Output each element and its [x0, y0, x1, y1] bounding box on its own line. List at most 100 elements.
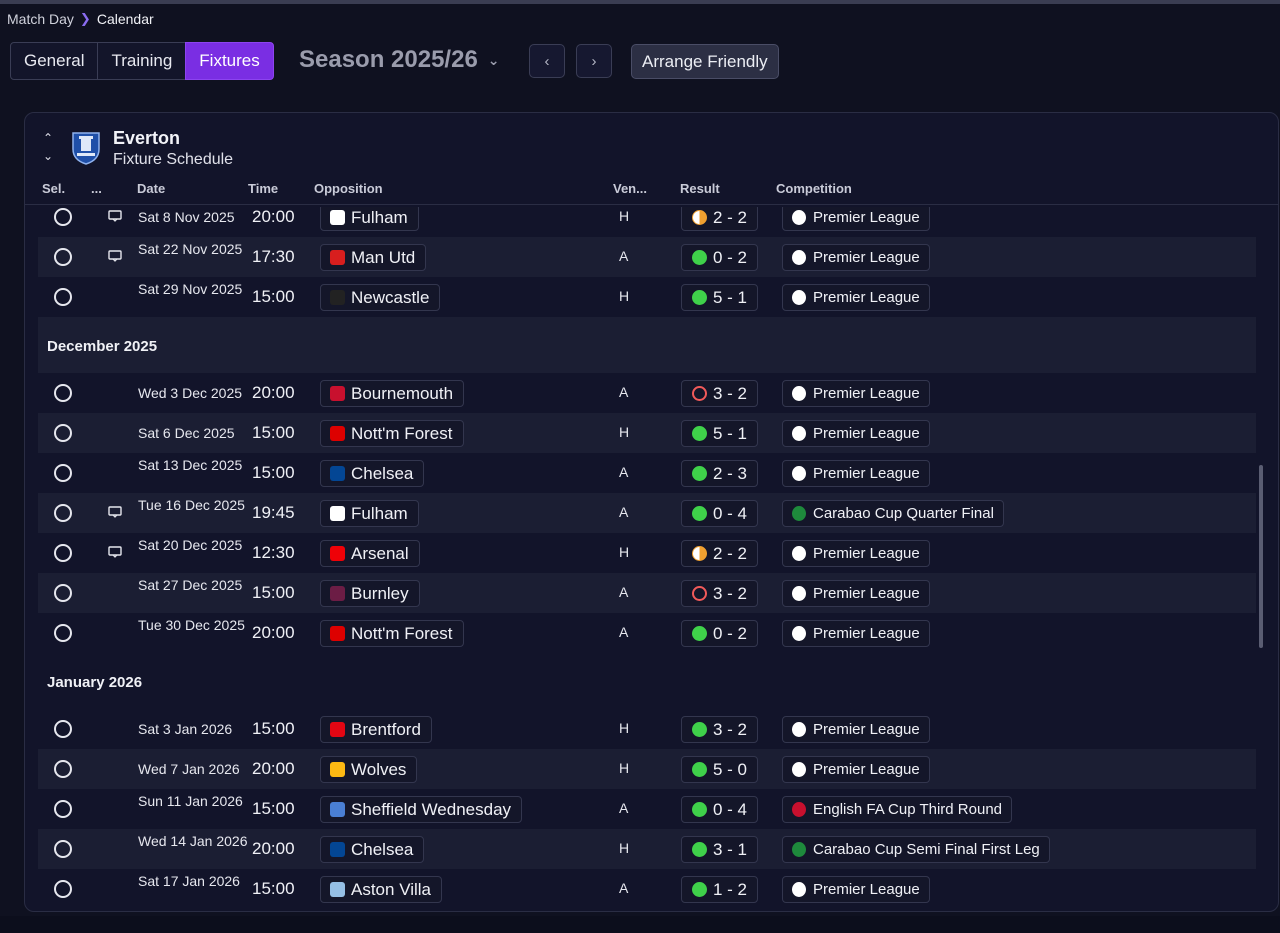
breadcrumb-current: Calendar	[96, 11, 154, 27]
select-radio[interactable]	[54, 208, 72, 226]
tab-general[interactable]: General	[10, 42, 99, 80]
competition-chip[interactable]: Premier League	[782, 876, 930, 903]
opponent-chip[interactable]: Arsenal	[320, 540, 420, 567]
season-selector[interactable]: Season 2025/26 ⌄	[299, 46, 500, 74]
result-chip[interactable]: 3 - 2	[681, 380, 758, 407]
competition-chip[interactable]: Premier League	[782, 244, 930, 271]
column-header-date[interactable]: Date	[137, 181, 165, 196]
table-row[interactable]: Sat 3 Jan 2026 15:00 Brentford H 3 - 2 Premie…	[38, 709, 1256, 749]
table-row[interactable]: Sat 22 Nov 2025 17:30 Man Utd A 0 - 2 Premier…	[38, 237, 1256, 277]
previous-button[interactable]: ‹	[529, 44, 565, 78]
message-icon[interactable]	[108, 506, 122, 518]
select-radio[interactable]	[54, 720, 72, 738]
table-row[interactable]: Sat 13 Dec 2025 15:00 Chelsea A 2 - 3 Premier…	[38, 453, 1256, 493]
column-header-opposition[interactable]: Opposition	[314, 181, 383, 196]
opponent-chip[interactable]: Chelsea	[320, 836, 425, 863]
result-chip[interactable]: 0 - 4	[681, 796, 758, 823]
result-chip[interactable]: 5 - 1	[681, 420, 758, 447]
competition-chip[interactable]: Premier League	[782, 460, 930, 487]
competition-chip[interactable]: Premier League	[782, 420, 930, 447]
competition-chip[interactable]: Premier League	[782, 716, 930, 743]
select-radio[interactable]	[54, 800, 72, 818]
competition-chip[interactable]: Carabao Cup Semi Final First Leg	[782, 836, 1050, 863]
table-row[interactable]: Sat 17 Jan 2026 15:00 Aston Villa A 1 - 2 Pre…	[38, 869, 1256, 909]
column-header-competition[interactable]: Competition	[776, 181, 852, 196]
opponent-chip[interactable]: Burnley	[320, 580, 420, 607]
opponent-chip[interactable]: Man Utd	[320, 244, 427, 271]
competition-chip[interactable]: Premier League	[782, 207, 930, 231]
message-icon[interactable]	[108, 546, 122, 558]
arrange-friendly-button[interactable]: Arrange Friendly	[631, 44, 779, 79]
table-row[interactable]: Sat 29 Nov 2025 15:00 Newcastle H 5 - 1 Premi…	[38, 277, 1256, 317]
competition-chip[interactable]: English FA Cup Third Round	[782, 796, 1013, 823]
opponent-chip[interactable]: Nott'm Forest	[320, 620, 464, 647]
result-chip[interactable]: 2 - 3	[681, 460, 758, 487]
opponent-chip[interactable]: Newcastle	[320, 284, 441, 311]
tab-training[interactable]: Training	[97, 42, 187, 80]
opponent-chip[interactable]: Aston Villa	[320, 876, 443, 903]
tab-fixtures[interactable]: Fixtures	[185, 42, 274, 80]
opponent-chip[interactable]: Brentford	[320, 716, 432, 743]
competition-chip[interactable]: Premier League	[782, 756, 930, 783]
table-row[interactable]: Tue 16 Dec 2025 19:45 Fulham A 0 - 4 Carabao …	[38, 493, 1256, 533]
result-chip[interactable]: 2 - 2	[681, 540, 758, 567]
opponent-chip[interactable]: Fulham	[320, 500, 419, 527]
table-row[interactable]: Sat 6 Dec 2025 15:00 Nott'm Forest H 5 - 1 Pr…	[38, 413, 1256, 453]
result-chip[interactable]: 5 - 0	[681, 756, 758, 783]
competition-chip[interactable]: Carabao Cup Quarter Final	[782, 500, 1004, 527]
competition-chip[interactable]: Premier League	[782, 284, 930, 311]
result-chip[interactable]: 3 - 1	[681, 836, 758, 863]
message-icon[interactable]	[108, 250, 122, 262]
table-row[interactable]: Sat 8 Nov 2025 20:00 Fulham H 2 - 2 Premier L…	[38, 207, 1256, 237]
message-icon[interactable]	[108, 210, 122, 222]
select-radio[interactable]	[54, 384, 72, 402]
select-radio[interactable]	[54, 880, 72, 898]
select-radio[interactable]	[54, 840, 72, 858]
result-chip[interactable]: 3 - 2	[681, 580, 758, 607]
select-radio[interactable]	[54, 288, 72, 306]
table-row[interactable]: Wed 7 Jan 2026 20:00 Wolves H 5 - 0 Premier L…	[38, 749, 1256, 789]
select-radio[interactable]	[54, 584, 72, 602]
fixture-list: Sat 8 Nov 2025 20:00 Fulham H 2 - 2 Premier L…	[38, 207, 1256, 911]
select-radio[interactable]	[54, 760, 72, 778]
competition-chip[interactable]: Premier League	[782, 380, 930, 407]
result-chip[interactable]: 0 - 4	[681, 500, 758, 527]
column-header-sel[interactable]: Sel.	[42, 181, 65, 196]
breadcrumb-parent[interactable]: Match Day	[7, 11, 74, 27]
opponent-chip[interactable]: Wolves	[320, 756, 418, 783]
table-row[interactable]: Wed 14 Jan 2026 20:00 Chelsea H 3 - 1 Carabao…	[38, 829, 1256, 869]
opponent-chip[interactable]: Nott'm Forest	[320, 420, 464, 447]
select-radio[interactable]	[54, 544, 72, 562]
select-radio[interactable]	[54, 248, 72, 266]
competition-chip[interactable]: Premier League	[782, 580, 930, 607]
select-radio[interactable]	[54, 464, 72, 482]
table-row[interactable]: Tue 30 Dec 2025 20:00 Nott'm Forest A 0 - 2 P…	[38, 613, 1256, 653]
table-row[interactable]: Sun 11 Jan 2026 15:00 Sheffield Wednesday A…	[38, 789, 1256, 829]
column-header-time[interactable]: Time	[248, 181, 278, 196]
result-chip[interactable]: 0 - 2	[681, 620, 758, 647]
column-header-venue[interactable]: Ven...	[613, 181, 647, 196]
collapse-toggle[interactable]: ⌃ ⌄	[43, 131, 53, 163]
competition-chip[interactable]: Premier League	[782, 540, 930, 567]
column-header-more[interactable]: ...	[91, 181, 102, 196]
scrollbar[interactable]	[1259, 465, 1263, 648]
opponent-chip[interactable]: Fulham	[320, 207, 419, 231]
tab-bar: General Training Fixtures	[10, 42, 274, 80]
result-chip[interactable]: 5 - 1	[681, 284, 758, 311]
column-header-result[interactable]: Result	[680, 181, 720, 196]
table-row[interactable]: Sat 20 Dec 2025 12:30 Arsenal H 2 - 2 Premier…	[38, 533, 1256, 573]
select-radio[interactable]	[54, 504, 72, 522]
competition-chip[interactable]: Premier League	[782, 620, 930, 647]
result-chip[interactable]: 0 - 2	[681, 244, 758, 271]
opponent-chip[interactable]: Chelsea	[320, 460, 425, 487]
opponent-chip[interactable]: Bournemouth	[320, 380, 465, 407]
result-chip[interactable]: 1 - 2	[681, 876, 758, 903]
select-radio[interactable]	[54, 424, 72, 442]
select-radio[interactable]	[54, 624, 72, 642]
next-button[interactable]: ›	[576, 44, 612, 78]
result-chip[interactable]: 3 - 2	[681, 716, 758, 743]
result-chip[interactable]: 2 - 2	[681, 207, 758, 231]
opponent-chip[interactable]: Sheffield Wednesday	[320, 796, 523, 823]
table-row[interactable]: Wed 3 Dec 2025 20:00 Bournemouth A 3 - 2 Prem…	[38, 373, 1256, 413]
table-row[interactable]: Sat 27 Dec 2025 15:00 Burnley A 3 - 2 Premier…	[38, 573, 1256, 613]
